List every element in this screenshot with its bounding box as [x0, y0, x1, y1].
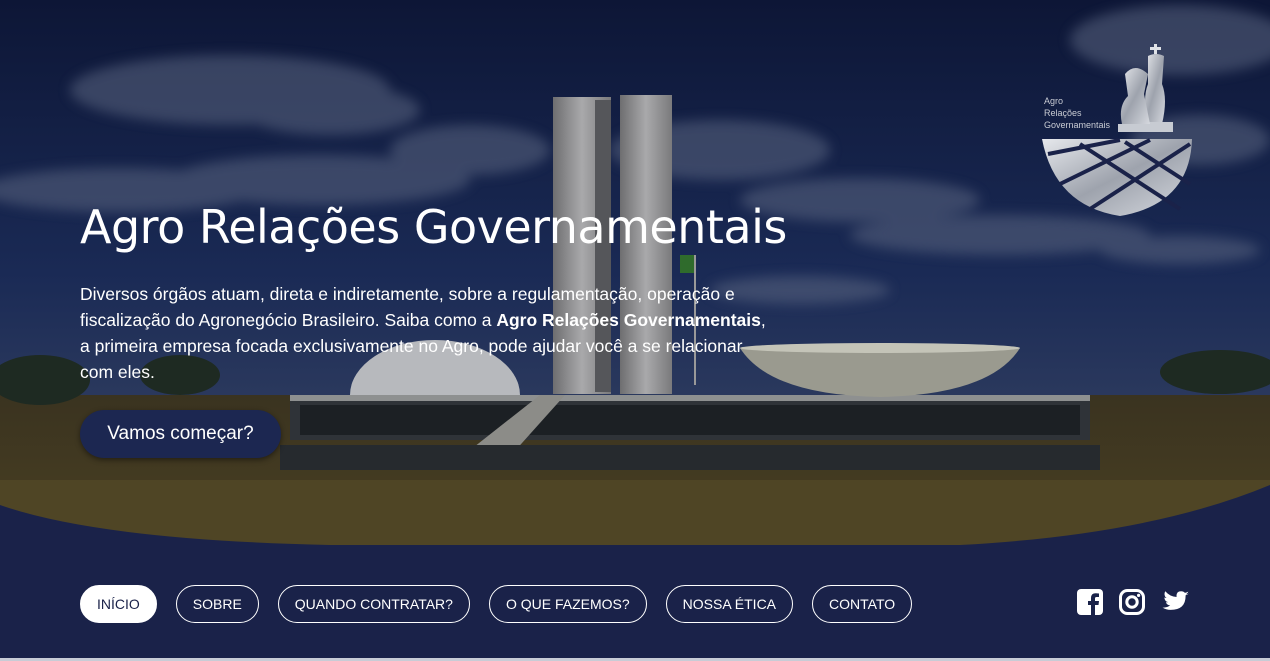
social-links — [1076, 588, 1189, 616]
hero-description: Diversos órgãos atuam, direta e indireta… — [80, 281, 780, 385]
nav-item-quando-contratar[interactable]: QUANDO CONTRATAR? — [277, 585, 470, 623]
nav-item-inicio[interactable]: INÍCIO — [80, 585, 157, 623]
company-logo — [1042, 44, 1192, 216]
hero-section: Agro Relações Governamentais Agro Relaçõ… — [0, 0, 1270, 545]
instagram-icon[interactable] — [1118, 588, 1146, 616]
get-started-button[interactable]: Vamos começar? — [80, 410, 281, 458]
nav-item-nossa-etica[interactable]: NOSSA ÉTICA — [665, 585, 794, 623]
logo-line-2: Relações — [1044, 108, 1082, 118]
logo-line-1: Agro — [1044, 96, 1064, 106]
main-navigation: INÍCIO SOBRE QUANDO CONTRATAR? O QUE FAZ… — [80, 585, 913, 623]
twitter-icon[interactable] — [1160, 588, 1189, 616]
facebook-icon[interactable] — [1076, 588, 1104, 616]
logo-wordmark: Agro Relações Governamentais — [1044, 95, 1110, 131]
logo-line-3: Governamentais — [1044, 120, 1111, 130]
nav-item-contato[interactable]: CONTATO — [812, 585, 913, 623]
nav-item-o-que-fazemos[interactable]: O QUE FAZEMOS? — [488, 585, 647, 623]
hero-title: Agro Relações Governamentais — [80, 200, 787, 254]
hero-description-brand: Agro Relações Governamentais — [496, 310, 761, 330]
nav-item-sobre[interactable]: SOBRE — [175, 585, 259, 623]
